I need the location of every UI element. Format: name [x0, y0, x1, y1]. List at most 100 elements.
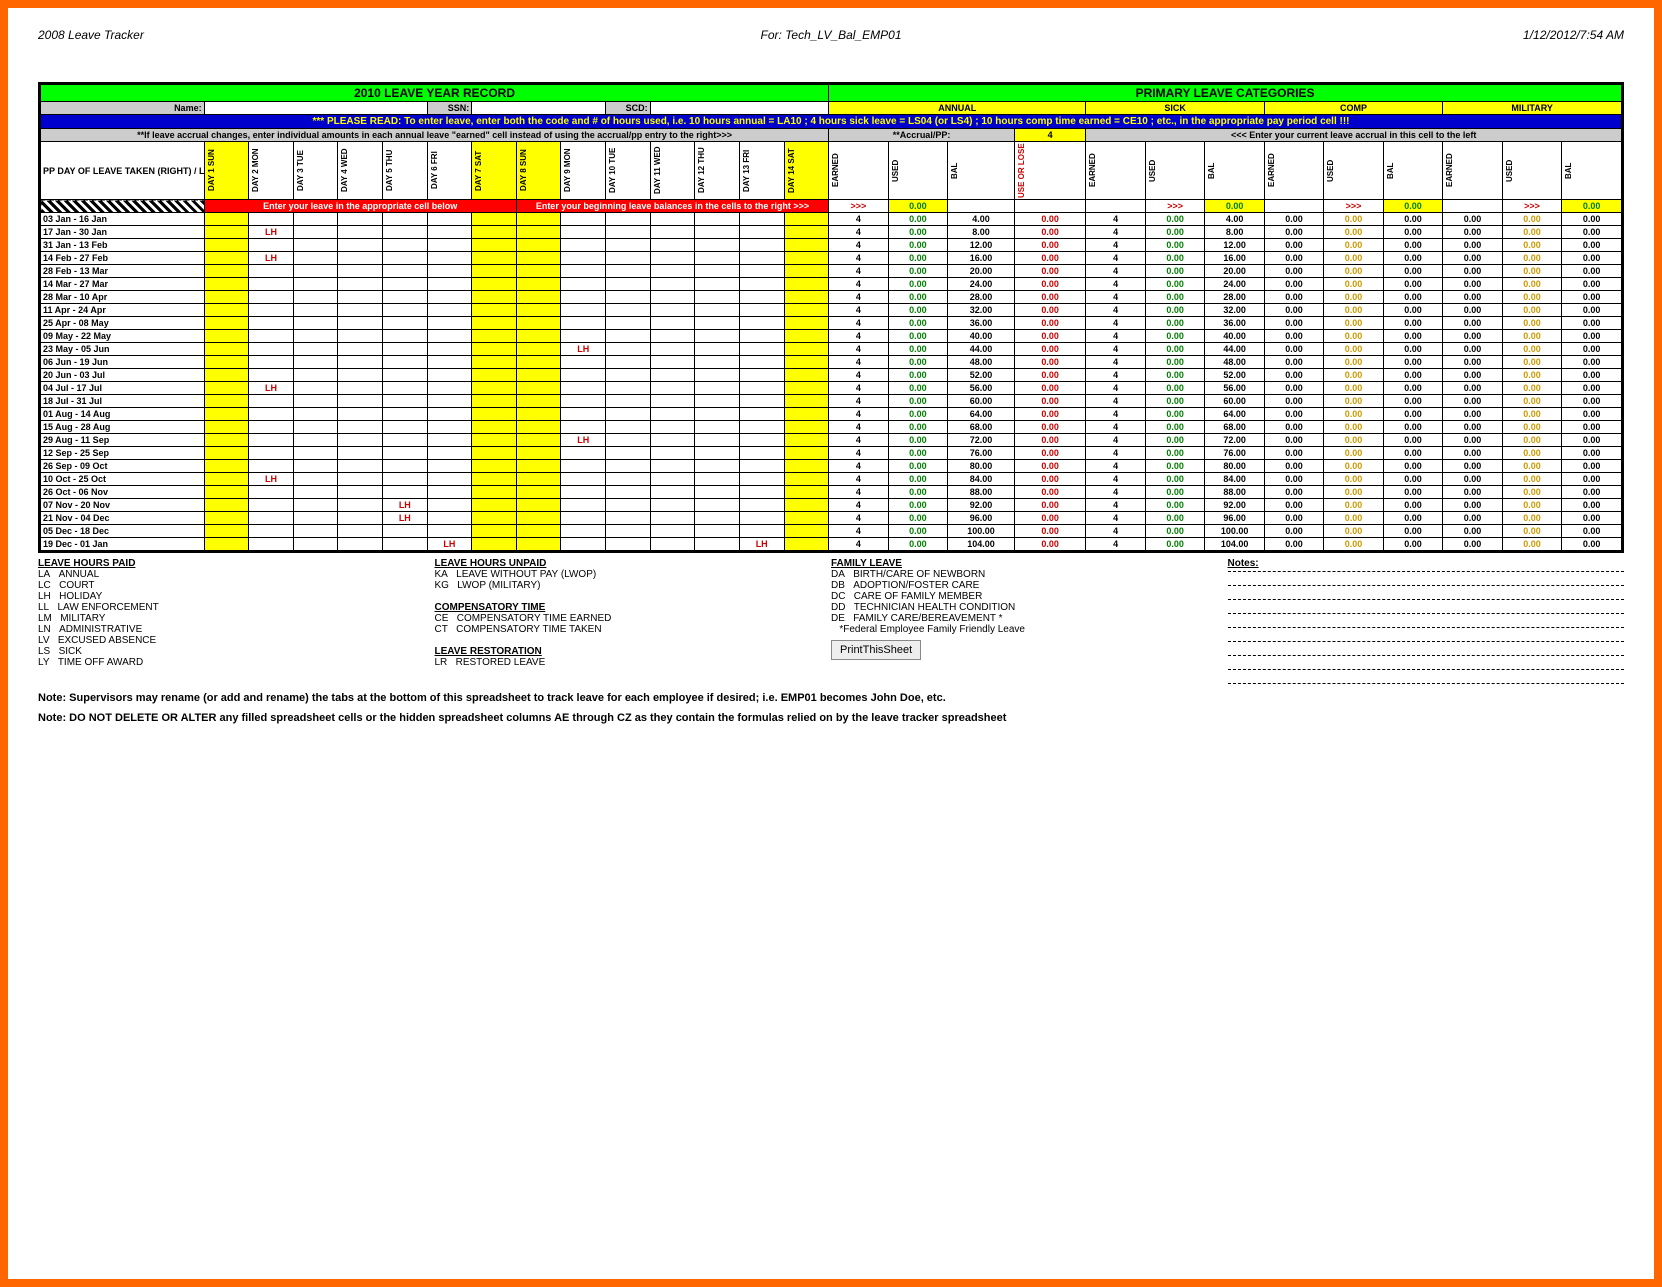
day-cell[interactable]	[784, 434, 829, 447]
day-cell[interactable]	[739, 317, 784, 330]
day-cell[interactable]	[249, 239, 294, 252]
day-cell[interactable]	[606, 304, 651, 317]
day-cell[interactable]	[383, 213, 428, 226]
day-cell[interactable]	[338, 265, 383, 278]
day-cell[interactable]	[204, 356, 249, 369]
day-cell[interactable]	[606, 395, 651, 408]
day-cell[interactable]	[293, 304, 338, 317]
day-cell[interactable]	[427, 525, 472, 538]
day-cell[interactable]	[784, 499, 829, 512]
day-cell[interactable]	[516, 304, 561, 317]
day-cell[interactable]	[516, 538, 561, 551]
day-cell[interactable]	[472, 473, 517, 486]
day-cell[interactable]	[472, 265, 517, 278]
day-cell[interactable]	[739, 343, 784, 356]
day-cell[interactable]	[338, 278, 383, 291]
day-cell[interactable]	[784, 538, 829, 551]
day-cell[interactable]	[784, 356, 829, 369]
day-cell[interactable]	[650, 356, 695, 369]
day-cell[interactable]	[561, 538, 606, 551]
day-cell[interactable]	[561, 382, 606, 395]
day-cell[interactable]	[293, 239, 338, 252]
day-cell[interactable]: LH	[383, 512, 428, 525]
day-cell[interactable]	[739, 499, 784, 512]
day-cell[interactable]	[204, 486, 249, 499]
day-cell[interactable]	[204, 408, 249, 421]
day-cell[interactable]	[606, 434, 651, 447]
day-cell[interactable]	[784, 278, 829, 291]
day-cell[interactable]	[739, 421, 784, 434]
day-cell[interactable]	[695, 382, 740, 395]
day-cell[interactable]: LH	[561, 434, 606, 447]
day-cell[interactable]	[606, 382, 651, 395]
day-cell[interactable]	[561, 460, 606, 473]
day-cell[interactable]	[293, 226, 338, 239]
day-cell[interactable]	[204, 213, 249, 226]
notes-line[interactable]	[1228, 586, 1625, 600]
day-cell[interactable]: LH	[739, 538, 784, 551]
day-cell[interactable]	[650, 499, 695, 512]
day-cell[interactable]	[472, 525, 517, 538]
day-cell[interactable]	[204, 434, 249, 447]
day-cell[interactable]	[606, 486, 651, 499]
day-cell[interactable]	[739, 252, 784, 265]
day-cell[interactable]	[472, 434, 517, 447]
day-cell[interactable]	[784, 512, 829, 525]
day-cell[interactable]	[338, 291, 383, 304]
day-cell[interactable]	[338, 330, 383, 343]
day-cell[interactable]	[249, 369, 294, 382]
day-cell[interactable]	[695, 473, 740, 486]
day-cell[interactable]	[293, 343, 338, 356]
day-cell[interactable]	[695, 317, 740, 330]
day-cell[interactable]: LH	[249, 473, 294, 486]
day-cell[interactable]	[472, 369, 517, 382]
day-cell[interactable]	[739, 265, 784, 278]
day-cell[interactable]	[606, 512, 651, 525]
day-cell[interactable]	[472, 395, 517, 408]
notes-line[interactable]	[1228, 614, 1625, 628]
day-cell[interactable]	[650, 291, 695, 304]
day-cell[interactable]	[249, 486, 294, 499]
day-cell[interactable]	[695, 239, 740, 252]
day-cell[interactable]	[784, 382, 829, 395]
day-cell[interactable]	[338, 343, 383, 356]
day-cell[interactable]	[606, 317, 651, 330]
day-cell[interactable]	[695, 265, 740, 278]
day-cell[interactable]	[427, 473, 472, 486]
day-cell[interactable]	[561, 330, 606, 343]
day-cell[interactable]: LH	[561, 343, 606, 356]
day-cell[interactable]	[338, 239, 383, 252]
day-cell[interactable]	[383, 317, 428, 330]
init-cell-5[interactable]: >>>	[1145, 200, 1204, 213]
day-cell[interactable]	[650, 434, 695, 447]
day-cell[interactable]	[338, 356, 383, 369]
day-cell[interactable]	[695, 486, 740, 499]
day-cell[interactable]	[427, 239, 472, 252]
day-cell[interactable]	[249, 421, 294, 434]
day-cell[interactable]	[293, 460, 338, 473]
day-cell[interactable]	[383, 278, 428, 291]
day-cell[interactable]	[784, 447, 829, 460]
day-cell[interactable]	[650, 395, 695, 408]
init-cell-1[interactable]: 0.00	[888, 200, 947, 213]
day-cell[interactable]	[695, 447, 740, 460]
day-cell[interactable]	[204, 330, 249, 343]
day-cell[interactable]	[650, 382, 695, 395]
day-cell[interactable]	[739, 330, 784, 343]
day-cell[interactable]	[472, 382, 517, 395]
day-cell[interactable]	[695, 278, 740, 291]
day-cell[interactable]	[561, 486, 606, 499]
notes-line[interactable]	[1228, 642, 1625, 656]
day-cell[interactable]	[427, 291, 472, 304]
init-cell-10[interactable]	[1443, 200, 1502, 213]
day-cell[interactable]	[204, 226, 249, 239]
day-cell[interactable]	[472, 486, 517, 499]
day-cell[interactable]	[606, 239, 651, 252]
day-cell[interactable]	[293, 512, 338, 525]
day-cell[interactable]	[516, 421, 561, 434]
day-cell[interactable]	[383, 330, 428, 343]
day-cell[interactable]	[561, 447, 606, 460]
day-cell[interactable]	[249, 317, 294, 330]
day-cell[interactable]: LH	[249, 252, 294, 265]
day-cell[interactable]	[695, 356, 740, 369]
